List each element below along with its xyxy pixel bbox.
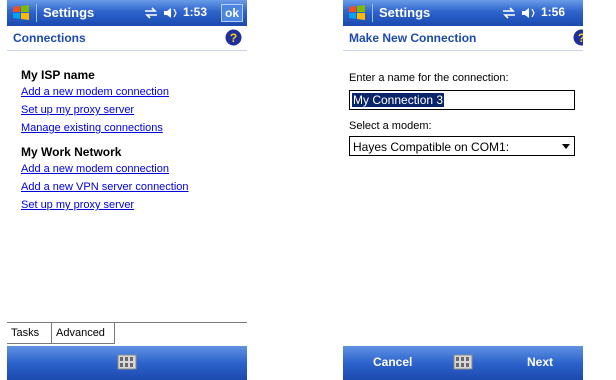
next-button[interactable]: Next [527, 355, 553, 369]
group-title-work: My Work Network [21, 145, 122, 159]
keyboard-icon[interactable] [453, 354, 473, 370]
title-separator [36, 4, 37, 22]
clock[interactable]: 1:53 [183, 5, 207, 19]
keyboard-icon[interactable] [117, 354, 137, 370]
svg-text:?: ? [230, 31, 237, 45]
connection-name-label: Enter a name for the connection: [349, 72, 509, 84]
tab-bar: Tasks Advanced [7, 322, 247, 346]
link-manage-connections[interactable]: Manage existing connections [21, 122, 163, 134]
app-title: Settings [43, 5, 95, 20]
menu-bar [7, 346, 247, 380]
page-title: Connections [13, 31, 86, 45]
connection-name-value[interactable]: My Connection 3 [352, 93, 445, 107]
link-setup-proxy-work[interactable]: Set up my proxy server [21, 199, 134, 211]
modem-label: Select a modem: [349, 120, 432, 132]
help-icon[interactable]: ? [225, 29, 242, 46]
page-header: Connections ? [7, 26, 247, 51]
volume-icon[interactable] [521, 6, 537, 20]
connection-name-input[interactable]: My Connection 3 [349, 90, 575, 110]
connections-screen: Settings 1:53 ok Connections ? My ISP na… [7, 0, 247, 380]
connectivity-icon[interactable] [143, 7, 159, 19]
title-separator [372, 4, 373, 22]
help-icon[interactable]: ? [573, 29, 583, 46]
connectivity-icon[interactable] [501, 7, 517, 19]
make-new-connection-screen: Settings 1:56 Make New Connection ? Ente… [343, 0, 583, 380]
windows-start-icon[interactable] [12, 4, 30, 22]
page-title: Make New Connection [349, 31, 477, 45]
clock[interactable]: 1:56 [541, 5, 565, 19]
windows-start-icon[interactable] [348, 4, 366, 22]
link-add-modem-connection-work[interactable]: Add a new modem connection [21, 163, 169, 175]
dropdown-arrow-icon[interactable] [562, 144, 570, 149]
title-bar: Settings 1:56 [343, 0, 583, 26]
ok-button[interactable]: ok [221, 4, 243, 22]
modem-select[interactable]: Hayes Compatible on COM1: [349, 136, 575, 156]
link-add-modem-connection[interactable]: Add a new modem connection [21, 86, 169, 98]
tab-tasks[interactable]: Tasks [7, 323, 52, 344]
link-setup-proxy[interactable]: Set up my proxy server [21, 104, 134, 116]
volume-icon[interactable] [163, 6, 179, 20]
title-bar: Settings 1:53 ok [7, 0, 247, 26]
page-header: Make New Connection ? [343, 26, 583, 51]
link-add-vpn-connection[interactable]: Add a new VPN server connection [21, 181, 189, 193]
tab-advanced[interactable]: Advanced [51, 323, 115, 344]
group-title-isp: My ISP name [21, 68, 95, 82]
cancel-button[interactable]: Cancel [373, 355, 412, 369]
app-title: Settings [379, 5, 431, 20]
menu-bar: Cancel Next [343, 346, 583, 380]
modem-select-value: Hayes Compatible on COM1: [353, 140, 510, 154]
svg-text:?: ? [578, 31, 583, 45]
